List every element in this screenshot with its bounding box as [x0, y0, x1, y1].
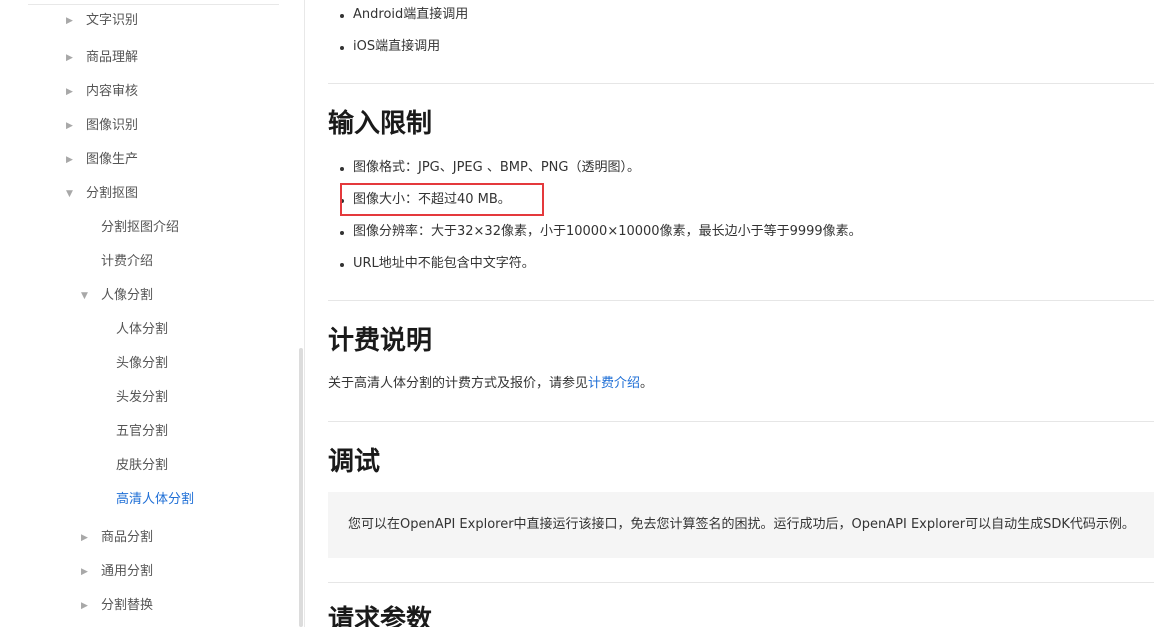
sidebar-item-skin-segmentation[interactable]: 皮肤分割: [116, 458, 168, 474]
billing-text: 关于高清人体分割的计费方式及报价，请参见: [328, 376, 589, 391]
list-bullet: [340, 231, 344, 235]
debug-text: 您可以在OpenAPI Explorer中直接运行该接口，免去您计算签名的困扰。…: [348, 517, 1135, 532]
list-bullet: [340, 46, 344, 50]
section-divider: [328, 83, 1154, 84]
chevron-right-icon: ▶: [81, 601, 88, 611]
section-divider: [328, 582, 1154, 583]
section-divider: [328, 421, 1154, 422]
sidebar-item-body-segmentation[interactable]: 人体分割: [116, 322, 168, 338]
billing-period: 。: [640, 376, 654, 391]
android-call-link[interactable]: Android端直接调用: [353, 7, 468, 23]
sidebar-item-content-moderation[interactable]: 内容审核: [86, 84, 138, 100]
limit-format-item: 图像格式：JPG、JPEG 、BMP、PNG（透明图）。: [353, 160, 640, 175]
chevron-right-icon: ▶: [66, 16, 73, 26]
list-bullet: [340, 14, 344, 18]
sidebar-item-segmentation-replace[interactable]: 分割替换: [101, 598, 153, 614]
chevron-right-icon: ▶: [66, 155, 73, 165]
chevron-right-icon: ▶: [81, 533, 88, 543]
sidebar-scrollbar[interactable]: [299, 348, 303, 627]
limit-resolution-item: 图像分辨率：大于32×32像素，小于10000×10000像素，最长边小于等于9…: [353, 224, 862, 239]
sidebar-item-segmentation-intro[interactable]: 分割抠图介绍: [101, 220, 179, 236]
request-params-heading: 请求参数: [328, 605, 433, 627]
sidebar: ▶ 文字识别 ▶ 商品理解 ▶ 内容审核 ▶ 图像识别 ▶ 图像生产 ▼ 分割抠…: [0, 0, 305, 627]
chevron-down-icon: ▼: [81, 291, 88, 301]
sidebar-item-general-segmentation[interactable]: 通用分割: [101, 564, 153, 580]
sidebar-item-text-recognition[interactable]: 文字识别: [86, 13, 138, 29]
section-divider: [328, 300, 1154, 301]
sidebar-item-image-recognition[interactable]: 图像识别: [86, 118, 138, 134]
chevron-right-icon: ▶: [66, 121, 73, 131]
chevron-right-icon: ▶: [66, 53, 73, 63]
list-bullet: [340, 263, 344, 267]
billing-heading: 计费说明: [328, 326, 433, 356]
sidebar-item-hair-segmentation[interactable]: 头发分割: [116, 390, 168, 406]
sidebar-item-product-segmentation[interactable]: 商品分割: [101, 530, 153, 546]
sidebar-item-billing-intro[interactable]: 计费介绍: [101, 254, 153, 270]
list-bullet: [340, 167, 344, 171]
sidebar-item-product-understanding[interactable]: 商品理解: [86, 50, 138, 66]
billing-intro-link[interactable]: 计费介绍: [588, 376, 640, 391]
sidebar-item-facial-features-segmentation[interactable]: 五官分割: [116, 424, 168, 440]
sidebar-item-hd-body-segmentation[interactable]: 高清人体分割: [116, 492, 194, 508]
main-content: Android端直接调用 iOS端直接调用 输入限制 图像格式：JPG、JPEG…: [304, 0, 1154, 627]
sidebar-item-head-segmentation[interactable]: 头像分割: [116, 356, 168, 372]
debug-heading: 调试: [328, 447, 381, 477]
chevron-right-icon: ▶: [81, 567, 88, 577]
sidebar-divider: [28, 4, 279, 5]
billing-paragraph: 关于高清人体分割的计费方式及报价，请参见计费介绍。: [328, 376, 653, 392]
sidebar-item-image-production[interactable]: 图像生产: [86, 152, 138, 168]
chevron-down-icon: ▼: [66, 189, 73, 199]
sidebar-item-portrait-segmentation[interactable]: 人像分割: [101, 288, 153, 304]
sidebar-item-segmentation[interactable]: 分割抠图: [86, 186, 138, 202]
debug-notice: 您可以在OpenAPI Explorer中直接运行该接口，免去您计算签名的困扰。…: [328, 492, 1154, 558]
limit-url-item: URL地址中不能包含中文字符。: [353, 256, 535, 271]
input-limits-heading: 输入限制: [328, 109, 433, 139]
ios-call-link[interactable]: iOS端直接调用: [353, 39, 440, 55]
chevron-right-icon: ▶: [66, 87, 73, 97]
highlight-box: [340, 183, 544, 216]
